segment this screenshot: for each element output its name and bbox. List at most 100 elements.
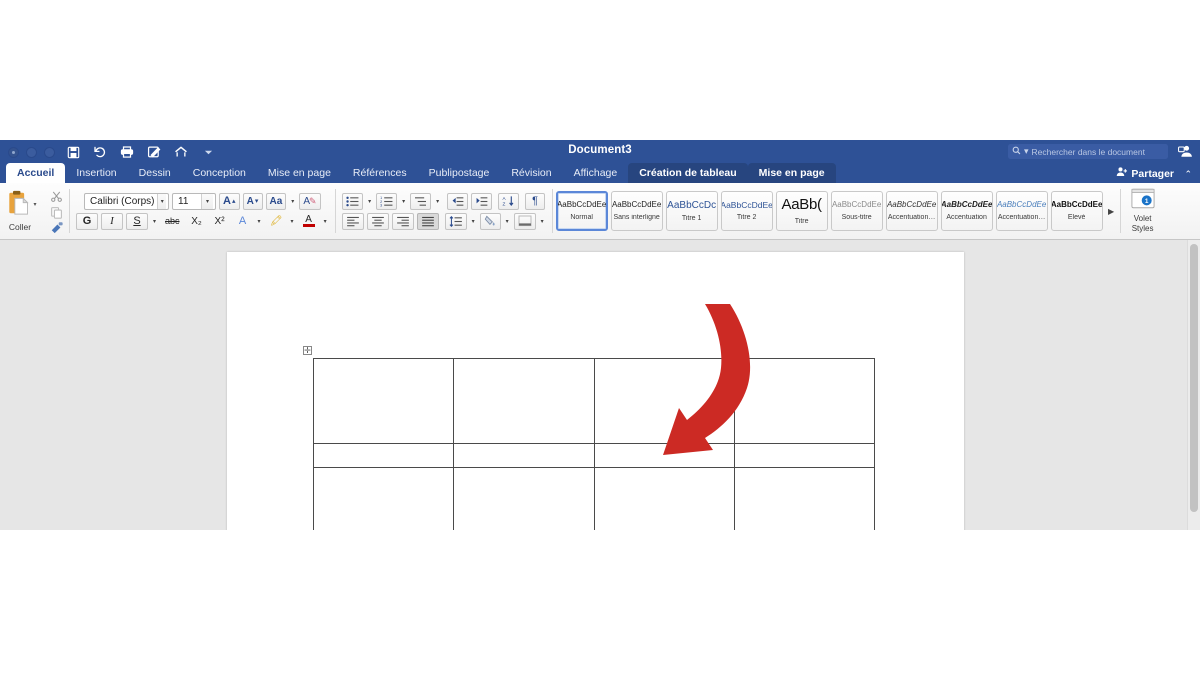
scissors-icon[interactable] (49, 189, 64, 203)
tab-mise-en-page[interactable]: Mise en page (257, 163, 342, 183)
chevron-down-icon[interactable]: ▾ (201, 193, 214, 209)
tab-publipostage[interactable]: Publipostage (418, 163, 501, 183)
text-effects-button[interactable]: A (233, 213, 253, 230)
sort-az-icon[interactable]: AZ (498, 192, 520, 210)
style-titre-1[interactable]: AaBbCcDc Titre 1 (665, 191, 718, 231)
clipboard-icon[interactable] (7, 190, 32, 221)
table-cell[interactable] (312, 467, 455, 530)
table-cell[interactable] (733, 358, 876, 444)
font-color-button[interactable]: A (299, 213, 319, 230)
line-spacing-dropdown-icon[interactable]: ▾ (470, 218, 477, 225)
table-row[interactable] (312, 358, 876, 444)
chevron-down-icon[interactable]: ▾ (157, 193, 167, 209)
table-cell[interactable] (453, 358, 595, 444)
increase-indent-icon[interactable] (471, 192, 493, 210)
style-sous-titre[interactable]: AaBbCcDdEe Sous-titre (830, 191, 883, 231)
table-cell[interactable] (733, 443, 876, 468)
style-normal[interactable]: AaBbCcDdEe Normal (555, 191, 608, 231)
formatting-marks-button[interactable]: ¶ (525, 192, 546, 210)
tab-references[interactable]: Références (342, 163, 418, 183)
table-grid[interactable] (312, 358, 876, 530)
style-titre-2[interactable]: AaBbCcDdEe Titre 2 (720, 191, 773, 231)
align-left-icon[interactable] (341, 212, 364, 230)
table-cell[interactable] (593, 358, 735, 444)
styles-pane-button[interactable]: 1 Volet Styles (1121, 183, 1165, 239)
multilevel-dropdown-icon[interactable]: ▾ (434, 198, 441, 205)
line-spacing-icon[interactable] (444, 212, 467, 230)
shading-dropdown-icon[interactable]: ▾ (504, 218, 511, 225)
align-justify-icon[interactable] (416, 212, 439, 230)
font-name-combo[interactable]: Calibri (Corps) ▾ (84, 192, 170, 210)
font-color-dropdown-icon[interactable]: ▾ (322, 218, 329, 225)
italic-button[interactable]: I (101, 212, 123, 230)
collapse-ribbon-icon[interactable]: ⌃ (1184, 169, 1192, 180)
multilevel-list-icon[interactable] (410, 192, 432, 210)
shrink-font-button[interactable]: A ▾ (242, 192, 263, 210)
grow-font-button[interactable]: A ▴ (219, 192, 240, 210)
tab-accueil[interactable]: Accueil (6, 163, 66, 183)
styles-more-icon[interactable]: ▶ (1106, 191, 1117, 231)
tab-revision[interactable]: Révision (500, 163, 562, 183)
align-right-icon[interactable] (391, 212, 414, 230)
underline-dropdown-icon[interactable]: ▾ (151, 218, 158, 225)
style-name: Normal (570, 213, 593, 221)
text-effects-dropdown-icon[interactable]: ▾ (256, 218, 263, 225)
underline-button[interactable]: S (126, 212, 148, 230)
scrollbar-thumb[interactable] (1190, 244, 1198, 512)
table-cell[interactable] (593, 467, 735, 530)
change-case-button[interactable]: Aa (265, 192, 287, 210)
tab-affichage[interactable]: Affichage (563, 163, 629, 183)
style-sans-interligne[interactable]: AaBbCcDdEe Sans interligne (610, 191, 663, 231)
table-row[interactable] (312, 467, 876, 530)
align-center-icon[interactable] (366, 212, 389, 230)
style-accentuation-legere[interactable]: AaBbCcDdEe Accentuation… (885, 191, 938, 231)
word-table[interactable]: ✛ (303, 346, 876, 530)
paste-dropdown-icon[interactable]: ▾ (33, 201, 36, 208)
borders-dropdown-icon[interactable]: ▾ (539, 218, 546, 225)
search-input[interactable]: Rechercher dans le document (1032, 147, 1145, 157)
bullet-list-icon[interactable] (342, 192, 364, 210)
bold-button[interactable]: G (76, 212, 98, 230)
tab-creation-de-tableau[interactable]: Création de tableau (628, 163, 748, 183)
table-move-handle[interactable]: ✛ (303, 346, 312, 355)
style-eleve[interactable]: AaBbCcDdEe Élevé (1050, 191, 1103, 231)
share-button[interactable]: Partager (1116, 166, 1174, 181)
clear-formatting-button[interactable]: A ✎ (299, 192, 321, 210)
font-size-combo[interactable]: 11 ▾ (172, 192, 217, 210)
document-canvas[interactable]: ✛ (0, 240, 1200, 530)
table-cell[interactable] (593, 443, 735, 468)
vertical-scrollbar[interactable] (1187, 240, 1200, 530)
decrease-indent-icon[interactable] (447, 192, 469, 210)
search-box[interactable]: ▾ Rechercher dans le document (1008, 144, 1168, 159)
numbered-dropdown-icon[interactable]: ▾ (400, 198, 407, 205)
tab-dessin[interactable]: Dessin (128, 163, 182, 183)
tab-insertion[interactable]: Insertion (65, 163, 127, 183)
tab-tableau-mise-en-page[interactable]: Mise en page (747, 163, 836, 183)
table-cell[interactable] (312, 443, 455, 468)
tab-conception[interactable]: Conception (182, 163, 257, 183)
style-accentuation-intense[interactable]: AaBbCcDdEe Accentuation… (995, 191, 1048, 231)
highlight-dropdown-icon[interactable]: ▾ (289, 218, 296, 225)
table-cell[interactable] (312, 358, 455, 444)
style-accentuation[interactable]: AaBbCcDdEe Accentuation (940, 191, 993, 231)
borders-icon[interactable] (513, 212, 536, 230)
strikethrough-button[interactable]: abc (161, 213, 184, 230)
table-row[interactable] (312, 443, 876, 468)
change-case-dropdown-icon[interactable]: ▾ (289, 198, 296, 205)
numbered-list-icon[interactable]: 123 (376, 192, 398, 210)
highlight-button[interactable]: 🖍 (266, 213, 286, 230)
search-dropdown-icon[interactable]: ▾ (1024, 147, 1029, 156)
style-titre[interactable]: AaBb( Titre (775, 191, 828, 231)
style-name: Accentuation (946, 213, 987, 221)
document-page[interactable]: ✛ (227, 252, 964, 530)
subscript-button[interactable]: X₂ (187, 213, 207, 230)
shading-icon[interactable] (479, 212, 501, 230)
table-cell[interactable] (453, 467, 595, 530)
copy-icon[interactable] (49, 205, 64, 219)
format-painter-icon[interactable] (49, 221, 64, 235)
bullet-dropdown-icon[interactable]: ▾ (366, 198, 373, 205)
superscript-button[interactable]: X² (210, 213, 230, 230)
account-icon[interactable] (1178, 144, 1193, 164)
table-cell-active[interactable] (453, 443, 595, 468)
table-cell[interactable] (733, 467, 876, 530)
